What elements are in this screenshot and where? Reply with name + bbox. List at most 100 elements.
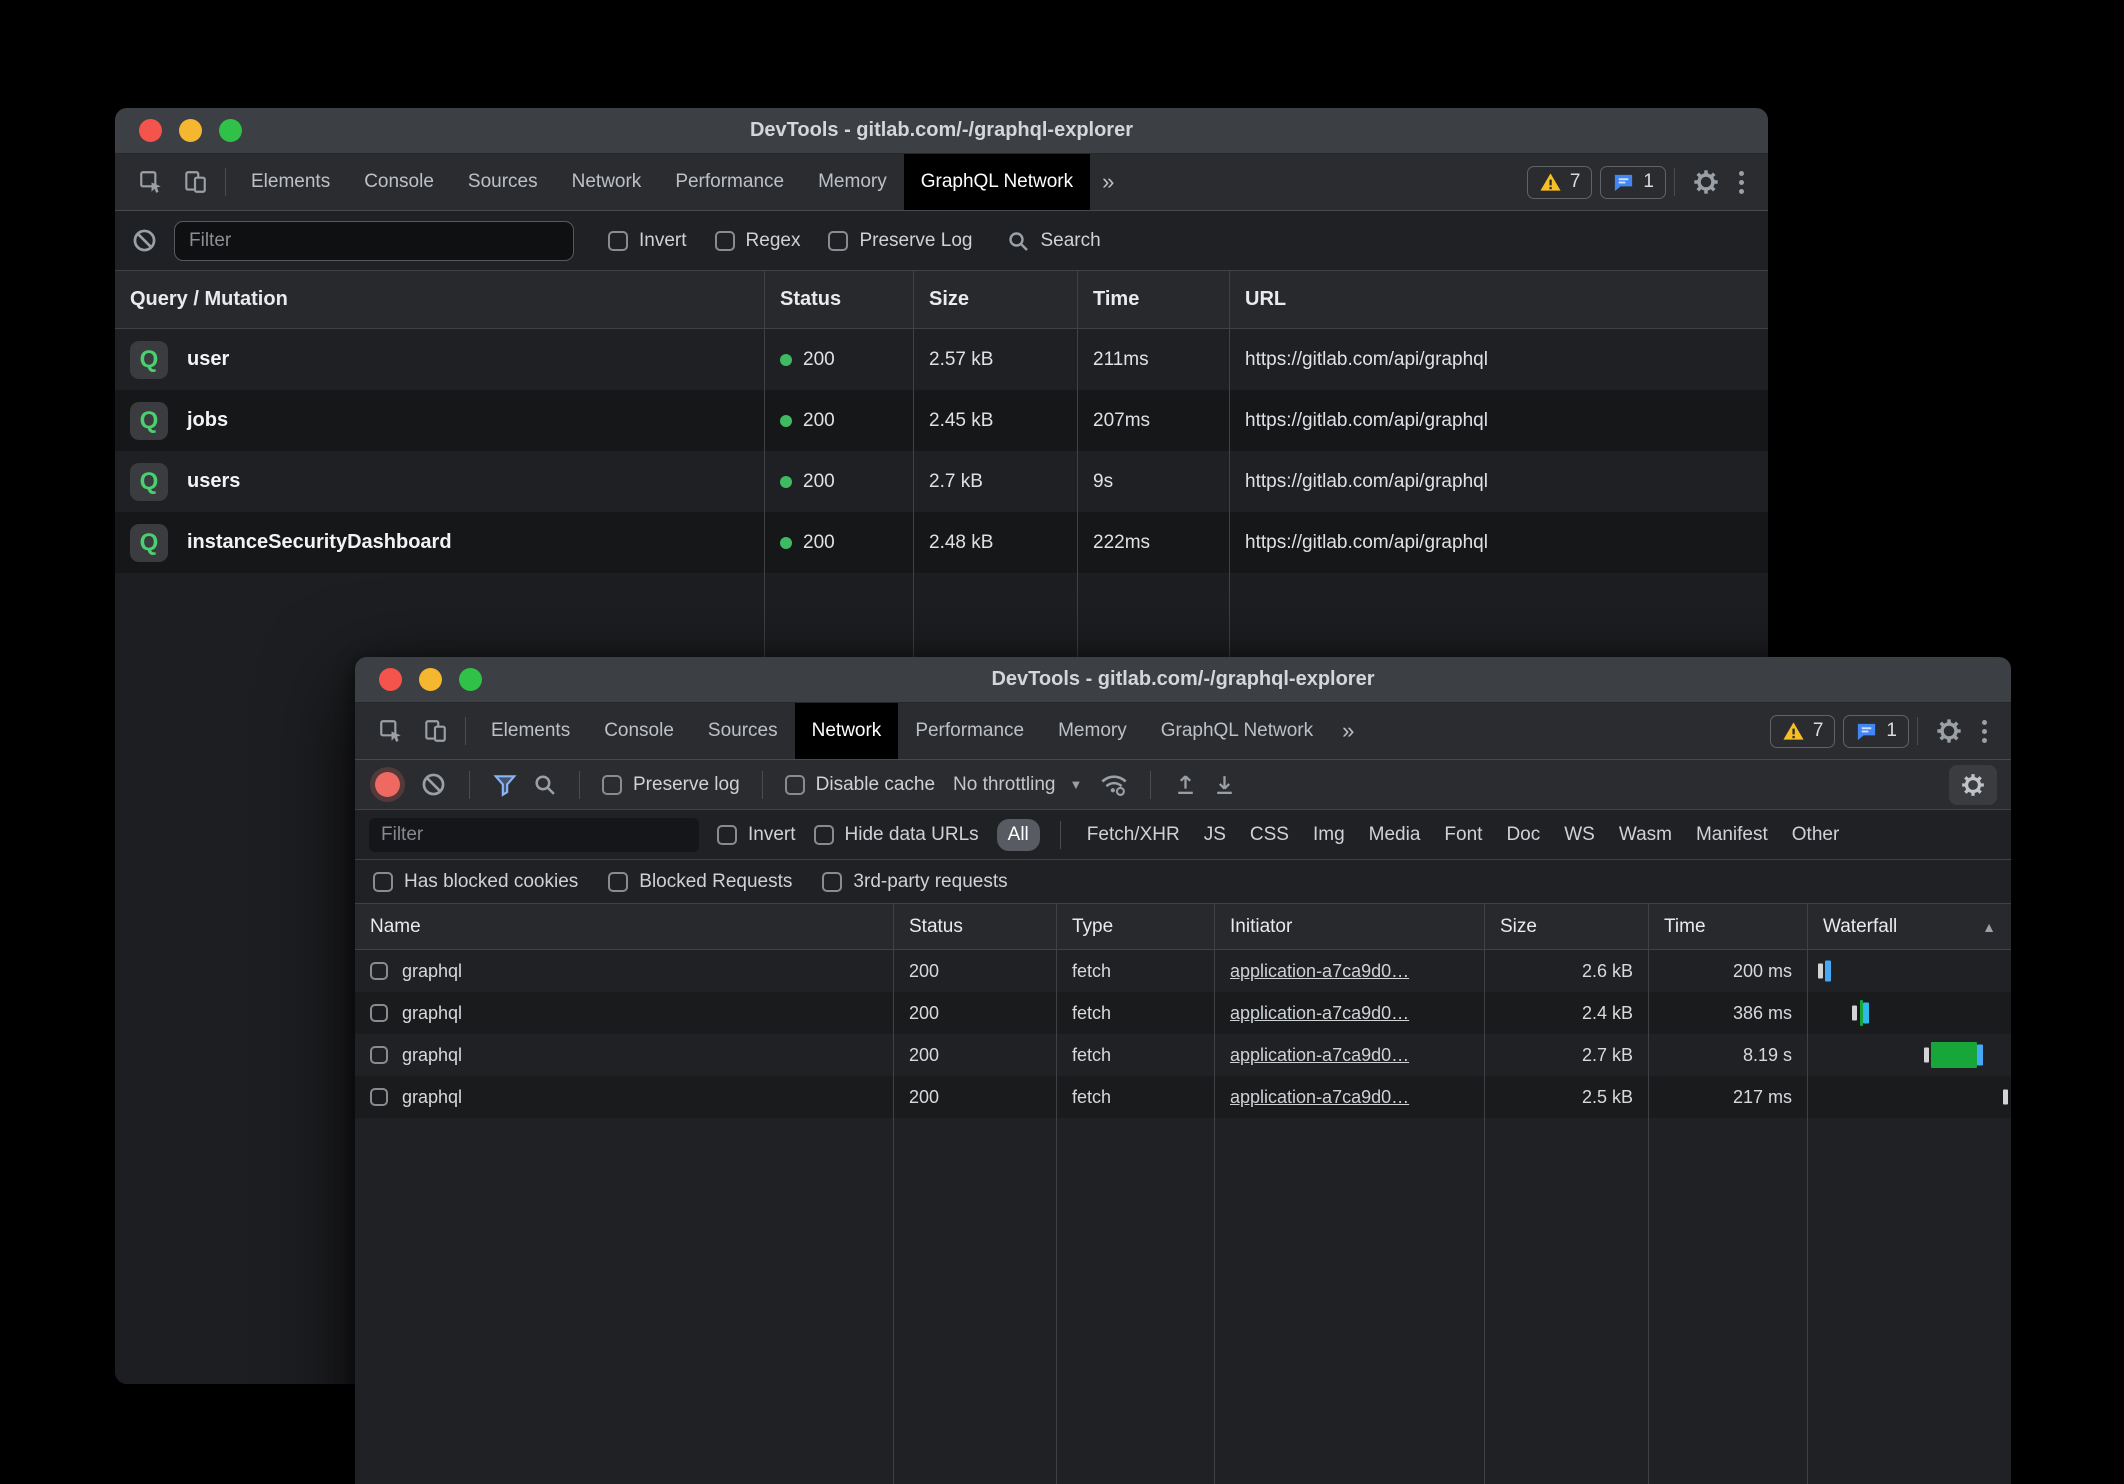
blocked-requests-checkbox[interactable]: Blocked Requests	[608, 871, 792, 893]
minimize-button[interactable]	[179, 119, 202, 142]
chip-manifest[interactable]: Manifest	[1696, 824, 1768, 846]
filter-input[interactable]	[369, 818, 699, 852]
network-settings-button[interactable]	[1949, 765, 1997, 805]
chip-media[interactable]: Media	[1369, 824, 1421, 846]
tab-graphql-network[interactable]: GraphQL Network	[904, 154, 1090, 210]
request-row[interactable]: QinstanceSecurityDashboard 200 2.48 kB 2…	[115, 512, 1768, 573]
issues-badge[interactable]: 1	[1843, 715, 1909, 748]
kebab-menu-icon[interactable]	[1972, 720, 1997, 743]
warnings-badge[interactable]: 7	[1770, 715, 1836, 748]
import-har-icon[interactable]	[1173, 772, 1198, 797]
column-header-url[interactable]: URL	[1230, 271, 1768, 328]
row-checkbox[interactable]	[370, 1046, 388, 1064]
checkbox[interactable]	[608, 231, 628, 251]
settings-gear-icon[interactable]	[1926, 717, 1972, 745]
preserve-log-checkbox[interactable]: Preserve Log	[828, 230, 972, 252]
tab-network[interactable]: Network	[795, 703, 899, 759]
request-row[interactable]: Qjobs 200 2.45 kB 207ms https://gitlab.c…	[115, 390, 1768, 451]
checkbox[interactable]	[822, 872, 842, 892]
tab-network[interactable]: Network	[555, 154, 659, 210]
request-row[interactable]: Qusers 200 2.7 kB 9s https://gitlab.com/…	[115, 451, 1768, 512]
issues-badge[interactable]: 1	[1600, 166, 1666, 199]
device-toolbar-icon[interactable]	[413, 703, 457, 759]
column-header-size[interactable]: Size	[914, 271, 1078, 328]
chip-css[interactable]: CSS	[1250, 824, 1289, 846]
tab-performance[interactable]: Performance	[898, 703, 1041, 759]
tab-elements[interactable]: Elements	[234, 154, 347, 210]
minimize-button[interactable]	[419, 668, 442, 691]
column-header-type[interactable]: Type	[1057, 904, 1215, 949]
column-header-time[interactable]: Time	[1649, 904, 1808, 949]
search-button[interactable]: Search	[1006, 229, 1100, 253]
filter-funnel-icon[interactable]	[492, 772, 518, 798]
row-checkbox[interactable]	[370, 1004, 388, 1022]
hide-data-urls-checkbox[interactable]: Hide data URLs	[814, 824, 979, 846]
checkbox[interactable]	[602, 775, 622, 795]
filter-input[interactable]	[174, 221, 574, 261]
inspect-element-icon[interactable]	[129, 154, 173, 210]
tab-elements[interactable]: Elements	[474, 703, 587, 759]
network-conditions-icon[interactable]	[1100, 771, 1128, 799]
more-tabs-icon[interactable]: »	[1330, 703, 1366, 759]
column-header-size[interactable]: Size	[1485, 904, 1649, 949]
tab-sources[interactable]: Sources	[451, 154, 555, 210]
column-header-waterfall[interactable]: Waterfall ▲	[1808, 904, 2011, 949]
more-tabs-icon[interactable]: »	[1090, 154, 1126, 210]
checkbox[interactable]	[715, 231, 735, 251]
tab-console[interactable]: Console	[347, 154, 451, 210]
has-blocked-cookies-checkbox[interactable]: Has blocked cookies	[373, 871, 578, 893]
throttling-dropdown[interactable]: No throttling ▼	[949, 774, 1086, 796]
close-button[interactable]	[139, 119, 162, 142]
settings-gear-icon[interactable]	[1683, 168, 1729, 196]
checkbox[interactable]	[828, 231, 848, 251]
record-button[interactable]	[375, 772, 400, 797]
column-header-status[interactable]: Status	[765, 271, 914, 328]
initiator-link[interactable]: application-a7ca9d0…	[1230, 961, 1409, 982]
chip-ws[interactable]: WS	[1564, 824, 1595, 846]
checkbox[interactable]	[717, 825, 737, 845]
invert-checkbox[interactable]: Invert	[717, 824, 796, 846]
tab-performance[interactable]: Performance	[658, 154, 801, 210]
checkbox[interactable]	[785, 775, 805, 795]
request-row[interactable]: graphql 200 fetch application-a7ca9d0… 2…	[355, 1076, 2011, 1118]
close-button[interactable]	[379, 668, 402, 691]
tab-console[interactable]: Console	[587, 703, 691, 759]
zoom-button[interactable]	[219, 119, 242, 142]
column-header-status[interactable]: Status	[894, 904, 1057, 949]
warnings-badge[interactable]: 7	[1527, 166, 1593, 199]
initiator-link[interactable]: application-a7ca9d0…	[1230, 1045, 1409, 1066]
chip-all[interactable]: All	[997, 819, 1040, 851]
chip-font[interactable]: Font	[1444, 824, 1482, 846]
regex-checkbox[interactable]: Regex	[715, 230, 801, 252]
column-header-initiator[interactable]: Initiator	[1215, 904, 1485, 949]
clear-icon[interactable]	[131, 227, 158, 254]
checkbox[interactable]	[373, 872, 393, 892]
row-checkbox[interactable]	[370, 1088, 388, 1106]
title-bar[interactable]: DevTools - gitlab.com/-/graphql-explorer	[115, 108, 1768, 154]
column-header-time[interactable]: Time	[1078, 271, 1230, 328]
chip-js[interactable]: JS	[1204, 824, 1226, 846]
search-icon[interactable]	[532, 772, 557, 797]
kebab-menu-icon[interactable]	[1729, 171, 1754, 194]
disable-cache-checkbox[interactable]: Disable cache	[785, 774, 935, 796]
request-row[interactable]: graphql 200 fetch application-a7ca9d0… 2…	[355, 950, 2011, 992]
chip-wasm[interactable]: Wasm	[1619, 824, 1672, 846]
inspect-element-icon[interactable]	[369, 703, 413, 759]
request-row[interactable]: Quser 200 2.57 kB 211ms https://gitlab.c…	[115, 329, 1768, 390]
preserve-log-checkbox[interactable]: Preserve log	[602, 774, 740, 796]
chip-doc[interactable]: Doc	[1506, 824, 1540, 846]
tab-memory[interactable]: Memory	[1041, 703, 1144, 759]
tab-graphql-network[interactable]: GraphQL Network	[1144, 703, 1330, 759]
tab-memory[interactable]: Memory	[801, 154, 904, 210]
request-row[interactable]: graphql 200 fetch application-a7ca9d0… 2…	[355, 1034, 2011, 1076]
title-bar[interactable]: DevTools - gitlab.com/-/graphql-explorer	[355, 657, 2011, 703]
initiator-link[interactable]: application-a7ca9d0…	[1230, 1087, 1409, 1108]
device-toolbar-icon[interactable]	[173, 154, 217, 210]
chip-other[interactable]: Other	[1792, 824, 1840, 846]
checkbox[interactable]	[608, 872, 628, 892]
tab-sources[interactable]: Sources	[691, 703, 795, 759]
row-checkbox[interactable]	[370, 962, 388, 980]
invert-checkbox[interactable]: Invert	[608, 230, 687, 252]
clear-icon[interactable]	[420, 771, 447, 798]
zoom-button[interactable]	[459, 668, 482, 691]
